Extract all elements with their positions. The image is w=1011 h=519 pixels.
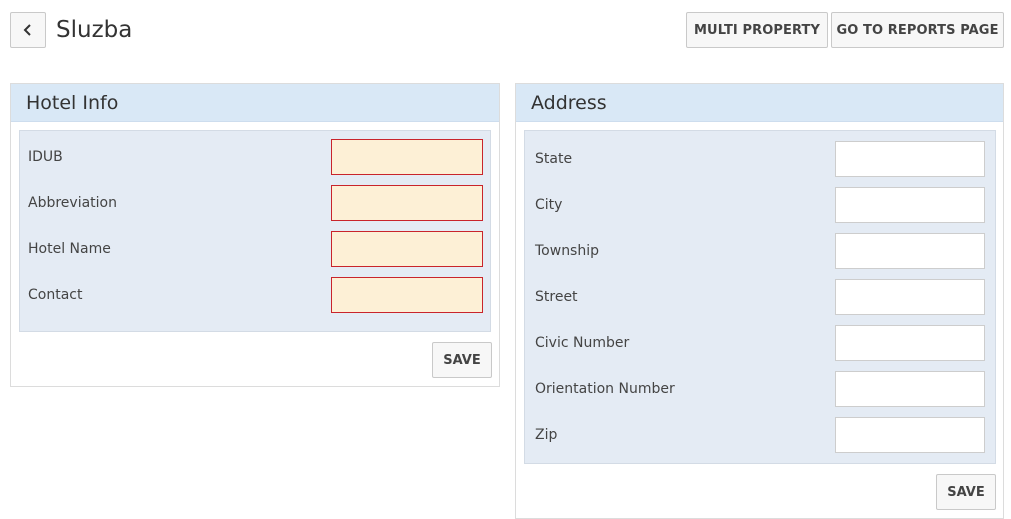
field-label: Zip	[535, 427, 558, 443]
abbreviation-field[interactable]	[331, 185, 483, 221]
form-row-state: State	[525, 141, 995, 177]
form-row-idub: IDUB	[20, 139, 490, 175]
address-save-button[interactable]: SAVE	[936, 474, 996, 510]
form-row-contact: Contact	[20, 277, 490, 313]
idub-field[interactable]	[331, 139, 483, 175]
address-panel: Address State City Township Street Civic…	[515, 83, 1004, 519]
field-label: State	[535, 151, 573, 167]
hotel-info-save-button[interactable]: SAVE	[432, 342, 492, 378]
orientation-number-field[interactable]	[835, 371, 985, 407]
form-row-city: City	[525, 187, 995, 223]
city-field[interactable]	[835, 187, 985, 223]
go-to-reports-button[interactable]: GO TO REPORTS PAGE	[831, 12, 1004, 48]
form-row-civic-number: Civic Number	[525, 325, 995, 361]
form-row-abbreviation: Abbreviation	[20, 185, 490, 221]
chevron-left-icon	[23, 24, 31, 36]
form-row-street: Street	[525, 279, 995, 315]
field-label: IDUB	[28, 149, 63, 165]
form-row-zip: Zip	[525, 417, 995, 453]
form-row-orientation-number: Orientation Number	[525, 371, 995, 407]
zip-field[interactable]	[835, 417, 985, 453]
field-label: Civic Number	[535, 335, 630, 351]
hotel-info-title: Hotel Info	[11, 84, 499, 122]
field-label: City	[535, 197, 563, 213]
field-label: Hotel Name	[28, 241, 111, 257]
contact-field[interactable]	[331, 277, 483, 313]
form-row-township: Township	[525, 233, 995, 269]
field-label: Orientation Number	[535, 381, 675, 397]
state-field[interactable]	[835, 141, 985, 177]
township-field[interactable]	[835, 233, 985, 269]
field-label: Abbreviation	[28, 195, 117, 211]
form-row-hotel-name: Hotel Name	[20, 231, 490, 267]
field-label: Contact	[28, 287, 83, 303]
page-title: Sluzba	[56, 17, 133, 43]
field-label: Township	[535, 243, 600, 259]
street-field[interactable]	[835, 279, 985, 315]
address-title: Address	[516, 84, 1003, 122]
field-label: Street	[535, 289, 578, 305]
multi-property-button[interactable]: MULTI PROPERTY	[686, 12, 828, 48]
civic-number-field[interactable]	[835, 325, 985, 361]
hotel-name-field[interactable]	[331, 231, 483, 267]
hotel-info-panel: Hotel Info IDUB Abbreviation Hotel Name …	[10, 83, 500, 387]
back-button[interactable]	[10, 12, 46, 48]
hotel-info-form: IDUB Abbreviation Hotel Name Contact	[19, 130, 491, 332]
address-form: State City Township Street Civic Number …	[524, 130, 996, 464]
